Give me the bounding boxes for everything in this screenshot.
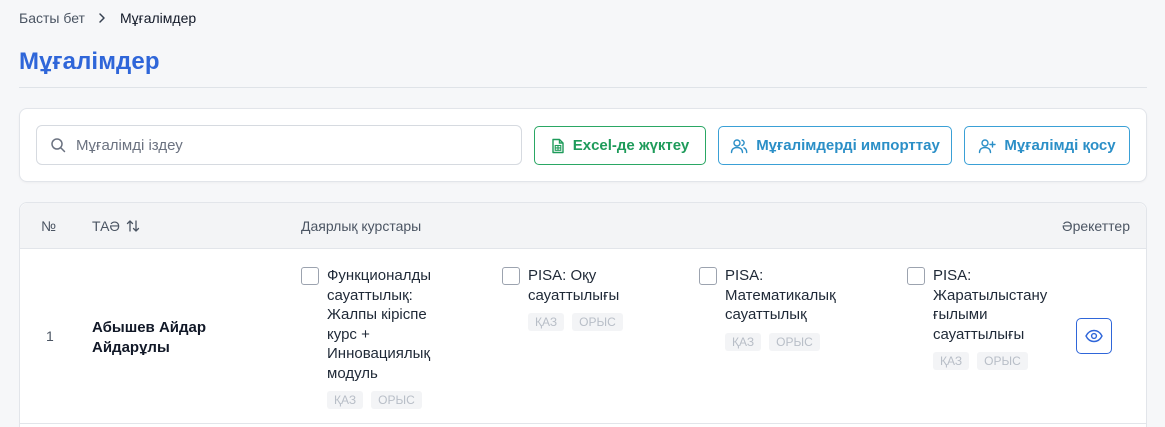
excel-file-icon <box>551 138 565 154</box>
users-icon <box>730 138 748 154</box>
course-checkbox[interactable] <box>699 267 717 285</box>
breadcrumb: Басты бет Мұғалімдер <box>19 8 196 28</box>
language-tag: ОРЫС <box>769 332 820 351</box>
course-checkbox[interactable] <box>907 267 925 285</box>
table-header: № ТАӘ Даярлық курстары Әрекеттер <box>20 203 1146 249</box>
course-checkbox[interactable] <box>301 267 319 285</box>
search-icon <box>50 137 66 153</box>
column-header-name[interactable]: ТАӘ <box>92 218 140 234</box>
course-item: PISA: Жаратылыстану ғылыми сауаттылығы Қ… <box>907 266 1073 370</box>
add-teacher-label: Мұғалімді қосу <box>1004 137 1116 154</box>
view-teacher-button[interactable] <box>1076 318 1112 354</box>
course-item: PISA: Оқу сауаттылығы ҚАЗ ОРЫС <box>502 266 678 331</box>
import-teachers-label: Мұғалімдерді импорттау <box>756 137 940 154</box>
search-input[interactable] <box>76 136 516 154</box>
title-divider <box>19 87 1147 88</box>
breadcrumb-home-link[interactable]: Басты бет <box>19 10 85 26</box>
add-teacher-button[interactable]: Мұғалімді қосу <box>964 126 1130 165</box>
course-item: PISA: Математикалық сауаттылық ҚАЗ ОРЫС <box>699 266 875 351</box>
excel-download-label: Excel-де жүктеу <box>572 137 690 154</box>
row-number: 1 <box>46 328 54 344</box>
language-tag: ҚАЗ <box>933 352 970 370</box>
language-tag: ҚАЗ <box>725 332 762 351</box>
eye-icon <box>1085 329 1103 343</box>
import-teachers-button[interactable]: Мұғалімдерді импорттау <box>718 126 952 165</box>
course-title: PISA: Оқу сауаттылығы <box>528 267 620 304</box>
breadcrumb-current: Мұғалімдер <box>119 10 197 26</box>
table-row: 1 Абышев Айдар Айдарұлы Функционалды сау… <box>20 249 1146 424</box>
language-tag: ОРЫС <box>977 352 1028 370</box>
language-tag: ОРЫС <box>371 391 422 409</box>
user-plus-icon <box>978 138 997 154</box>
course-checkbox[interactable] <box>502 267 520 285</box>
chevron-right-icon <box>95 11 109 25</box>
course-item: Функционалды сауаттылық: Жалпы кіріспе к… <box>301 266 447 409</box>
course-title: Функционалды сауаттылық: Жалпы кіріспе к… <box>327 267 431 382</box>
search-field[interactable] <box>36 125 522 165</box>
excel-download-button[interactable]: Excel-де жүктеу <box>534 126 706 165</box>
course-title: PISA: Математикалық сауаттылық <box>725 267 836 323</box>
course-title: PISA: Жаратылыстану ғылыми сауаттылығы <box>933 267 1048 343</box>
page-title: Мұғалімдер <box>19 48 160 75</box>
language-tag: ОРЫС <box>572 313 623 331</box>
column-header-number: № <box>41 218 57 234</box>
language-tag: ҚАЗ <box>327 391 364 409</box>
teacher-name: Абышев Айдар Айдарұлы <box>92 319 207 356</box>
column-header-name-label: ТАӘ <box>92 218 120 234</box>
teachers-table: № ТАӘ Даярлық курстары Әрекеттер 1 Абыше… <box>19 202 1147 427</box>
column-header-actions: Әрекеттер <box>1062 218 1130 234</box>
toolbar-card: Excel-де жүктеу Мұғалімдерді импорттау М… <box>19 108 1147 182</box>
column-header-courses: Даярлық курстары <box>301 218 422 234</box>
sort-icon[interactable] <box>126 219 140 233</box>
language-tag: ҚАЗ <box>528 313 565 331</box>
